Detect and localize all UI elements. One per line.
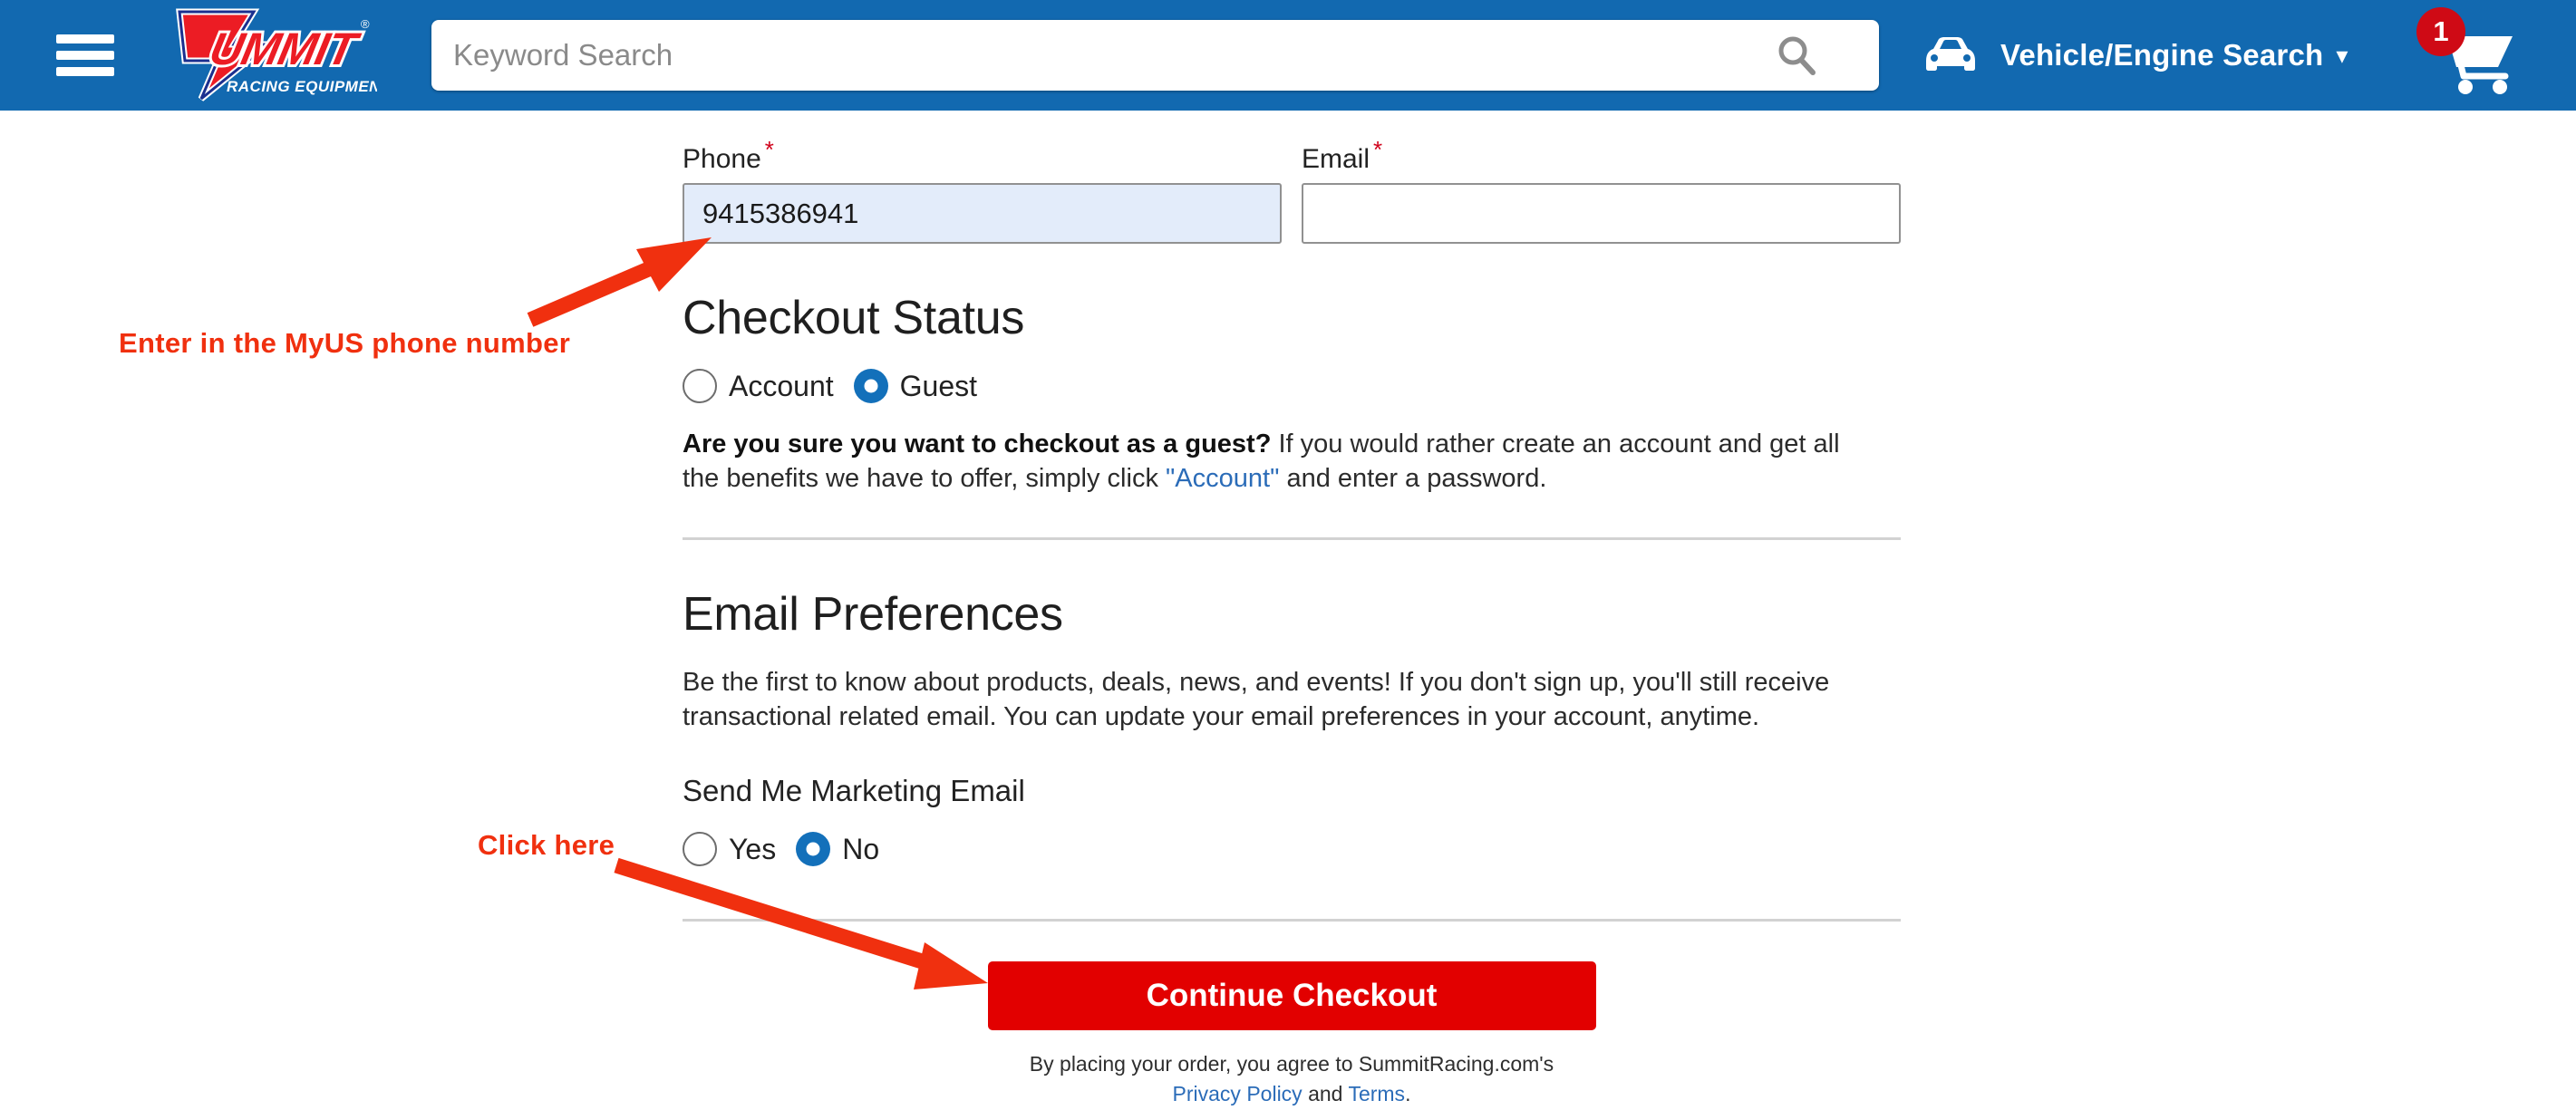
svg-text:UMMIT: UMMIT [206,24,365,74]
legal-prefix: By placing your order, you agree to Summ… [1029,1052,1554,1076]
search-icon[interactable] [1760,23,1833,88]
legal-text: By placing your order, you agree to Summ… [683,1049,1901,1110]
guest-checkout-note: Are you sure you want to checkout as a g… [683,427,1861,497]
radio-guest-label: Guest [899,369,977,402]
search-input[interactable] [431,27,1760,83]
checkout-status-radio-group: Account Guest [683,369,1901,403]
email-label: Email * [1302,136,1901,175]
radio-no-label: No [842,832,880,865]
logo-graphic: UMMIT ® RACING EQUIPMENT [176,8,377,101]
guest-note-rest-2: and enter a password. [1279,464,1547,494]
checkout-form-column: Phone* Email* Checkout Status Account Gu… [683,111,1901,1110]
account-link[interactable]: "Account" [1166,464,1279,493]
checkout-action-area: Continue Checkout By placing your order,… [683,961,1901,1110]
phone-input[interactable] [683,183,1282,244]
vehicle-engine-search[interactable]: Vehicle/Engine Search ▾ [1921,19,2348,92]
email-label-text: Email [1302,144,1370,174]
terms-link[interactable]: Terms [1348,1082,1405,1105]
hamburger-bar [56,67,114,76]
guest-note-bold: Are you sure you want to checkout as a g… [683,430,1272,458]
marketing-email-subheading: Send Me Marketing Email [683,774,1025,808]
shopping-cart-button[interactable]: 1 [2415,7,2532,103]
required-asterisk: * [764,136,774,163]
vehicle-search-label: Vehicle/Engine Search [2000,38,2324,72]
marketing-email-radio-group: Yes No [683,832,1901,867]
car-icon [1926,37,1975,71]
radio-circle-icon-selected[interactable] [796,832,831,867]
radio-yes-label: Yes [729,832,777,865]
radio-circle-icon[interactable] [683,369,717,403]
radio-marketing-no[interactable]: No [796,832,880,867]
svg-text:®: ® [361,17,370,31]
phone-label: Phone * [683,136,1282,175]
checkout-status-title: Checkout Status [683,292,1025,344]
phone-field-block: Phone * [683,136,1282,244]
hamburger-bar [56,51,114,60]
summit-racing-logo[interactable]: UMMIT ® RACING EQUIPMENT [167,8,377,102]
privacy-policy-link[interactable]: Privacy Policy [1173,1082,1303,1105]
legal-period: . [1405,1082,1411,1106]
section-divider-1 [683,536,1901,540]
required-asterisk: * [1373,136,1383,163]
section-divider-2 [683,919,1901,922]
email-field-block: Email * [1302,136,1901,244]
email-preferences-title: Email Preferences [683,587,1063,641]
annotation-phone-note: Enter in the MyUS phone number [119,327,571,359]
search-glyph [1778,36,1816,75]
radio-circle-icon-selected[interactable] [853,369,888,403]
hamburger-menu-icon[interactable] [56,34,114,76]
email-preferences-description: Be the first to know about products, dea… [683,667,1830,731]
chevron-down-icon: ▾ [2336,42,2348,69]
hamburger-bar [56,34,114,43]
continue-checkout-button[interactable]: Continue Checkout [987,961,1596,1031]
radio-guest[interactable]: Guest [853,369,977,403]
radio-account[interactable]: Account [683,369,834,403]
contact-fields-row: Phone* Email* [683,111,1901,244]
phone-label-text: Phone [683,144,761,174]
radio-account-label: Account [729,369,834,402]
svg-text:RACING EQUIPMENT: RACING EQUIPMENT [227,78,377,95]
site-header: UMMIT ® RACING EQUIPMENT Vehicle/Engine … [0,0,2576,111]
cart-count-badge: 1 [2416,7,2465,56]
radio-marketing-yes[interactable]: Yes [683,832,777,867]
legal-and: and [1302,1082,1349,1106]
radio-circle-icon[interactable] [683,832,717,867]
annotation-click-note: Click here [478,829,615,861]
keyword-search-bar[interactable] [431,20,1879,91]
email-input[interactable] [1302,183,1901,244]
